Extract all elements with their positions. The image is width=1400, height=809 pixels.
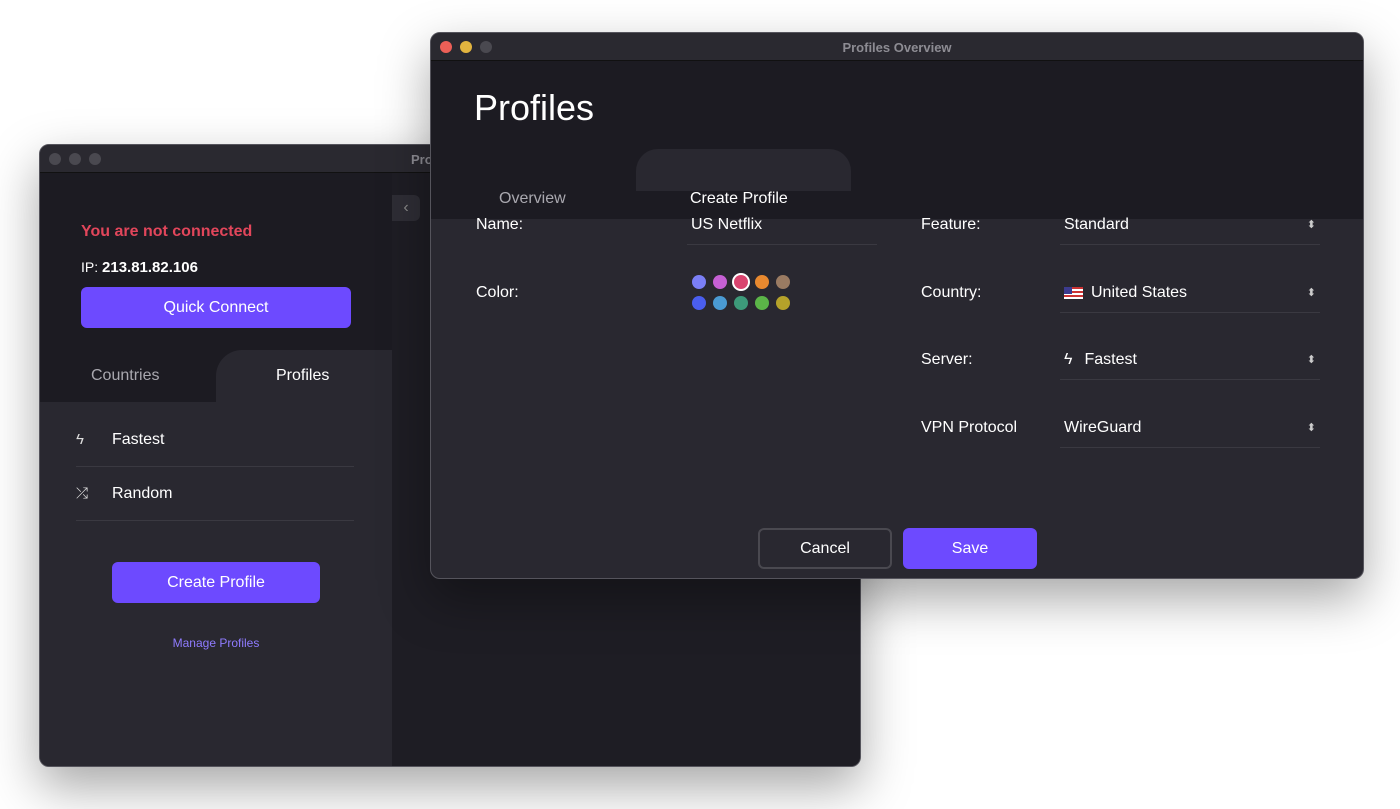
- chevron-updown-icon: ⬍: [1306, 422, 1316, 434]
- color-swatch[interactable]: [755, 296, 769, 310]
- tab-profiles[interactable]: Profiles: [276, 367, 329, 385]
- tab-countries[interactable]: Countries: [91, 367, 159, 385]
- color-swatch[interactable]: [734, 296, 748, 310]
- chevron-updown-icon: ⬍: [1306, 219, 1316, 231]
- bolt-icon: ϟ: [1064, 350, 1073, 368]
- server-label: Server:: [921, 351, 973, 368]
- protocol-label: VPN Protocol: [921, 419, 1018, 436]
- feature-label: Feature:: [921, 216, 981, 233]
- cancel-button[interactable]: Cancel: [758, 528, 892, 569]
- color-swatch[interactable]: [755, 275, 769, 289]
- page-title: Profiles: [474, 87, 595, 128]
- profiles-overview-window: Profiles Overview Profiles Overview Crea…: [430, 32, 1364, 579]
- shuffle-icon: ⤮: [76, 485, 89, 502]
- create-profile-button[interactable]: Create Profile: [112, 562, 320, 603]
- save-button[interactable]: Save: [903, 528, 1037, 569]
- profile-random[interactable]: ⤮ Random: [76, 467, 354, 521]
- profile-fastest[interactable]: ϟ Fastest: [76, 413, 354, 467]
- window-title: Profiles Overview: [842, 40, 952, 55]
- sidebar: You are not connected IP: 213.81.82.106 …: [40, 173, 392, 766]
- chevron-updown-icon: ⬍: [1306, 354, 1316, 366]
- collapse-sidebar-button[interactable]: ‹: [392, 195, 420, 221]
- color-swatch[interactable]: [734, 275, 748, 289]
- title-bar: Profiles Overview: [431, 33, 1363, 61]
- country-select[interactable]: United States ⬍: [1060, 273, 1320, 313]
- connection-status: You are not connected: [81, 223, 253, 240]
- ip-address: IP: 213.81.82.106: [81, 259, 198, 276]
- quick-connect-button[interactable]: Quick Connect: [81, 287, 351, 328]
- bolt-icon: ϟ: [76, 431, 84, 448]
- name-input[interactable]: US Netflix: [687, 205, 877, 245]
- color-swatch[interactable]: [692, 275, 706, 289]
- manage-profiles-link[interactable]: Manage Profiles: [40, 636, 392, 650]
- feature-select[interactable]: Standard ⬍: [1060, 205, 1320, 245]
- color-swatch[interactable]: [713, 296, 727, 310]
- name-label: Name:: [476, 216, 524, 233]
- country-label: Country:: [921, 284, 982, 301]
- us-flag-icon: [1064, 286, 1083, 299]
- color-label: Color:: [476, 284, 519, 301]
- color-swatch[interactable]: [776, 296, 790, 310]
- color-swatch[interactable]: [776, 275, 790, 289]
- chevron-updown-icon: ⬍: [1306, 287, 1316, 299]
- tab-overview[interactable]: Overview: [499, 190, 566, 208]
- protocol-select[interactable]: WireGuard ⬍: [1060, 408, 1320, 448]
- color-picker: [692, 275, 792, 310]
- color-swatch[interactable]: [713, 275, 727, 289]
- color-swatch[interactable]: [692, 296, 706, 310]
- server-select[interactable]: ϟ Fastest ⬍: [1060, 340, 1320, 380]
